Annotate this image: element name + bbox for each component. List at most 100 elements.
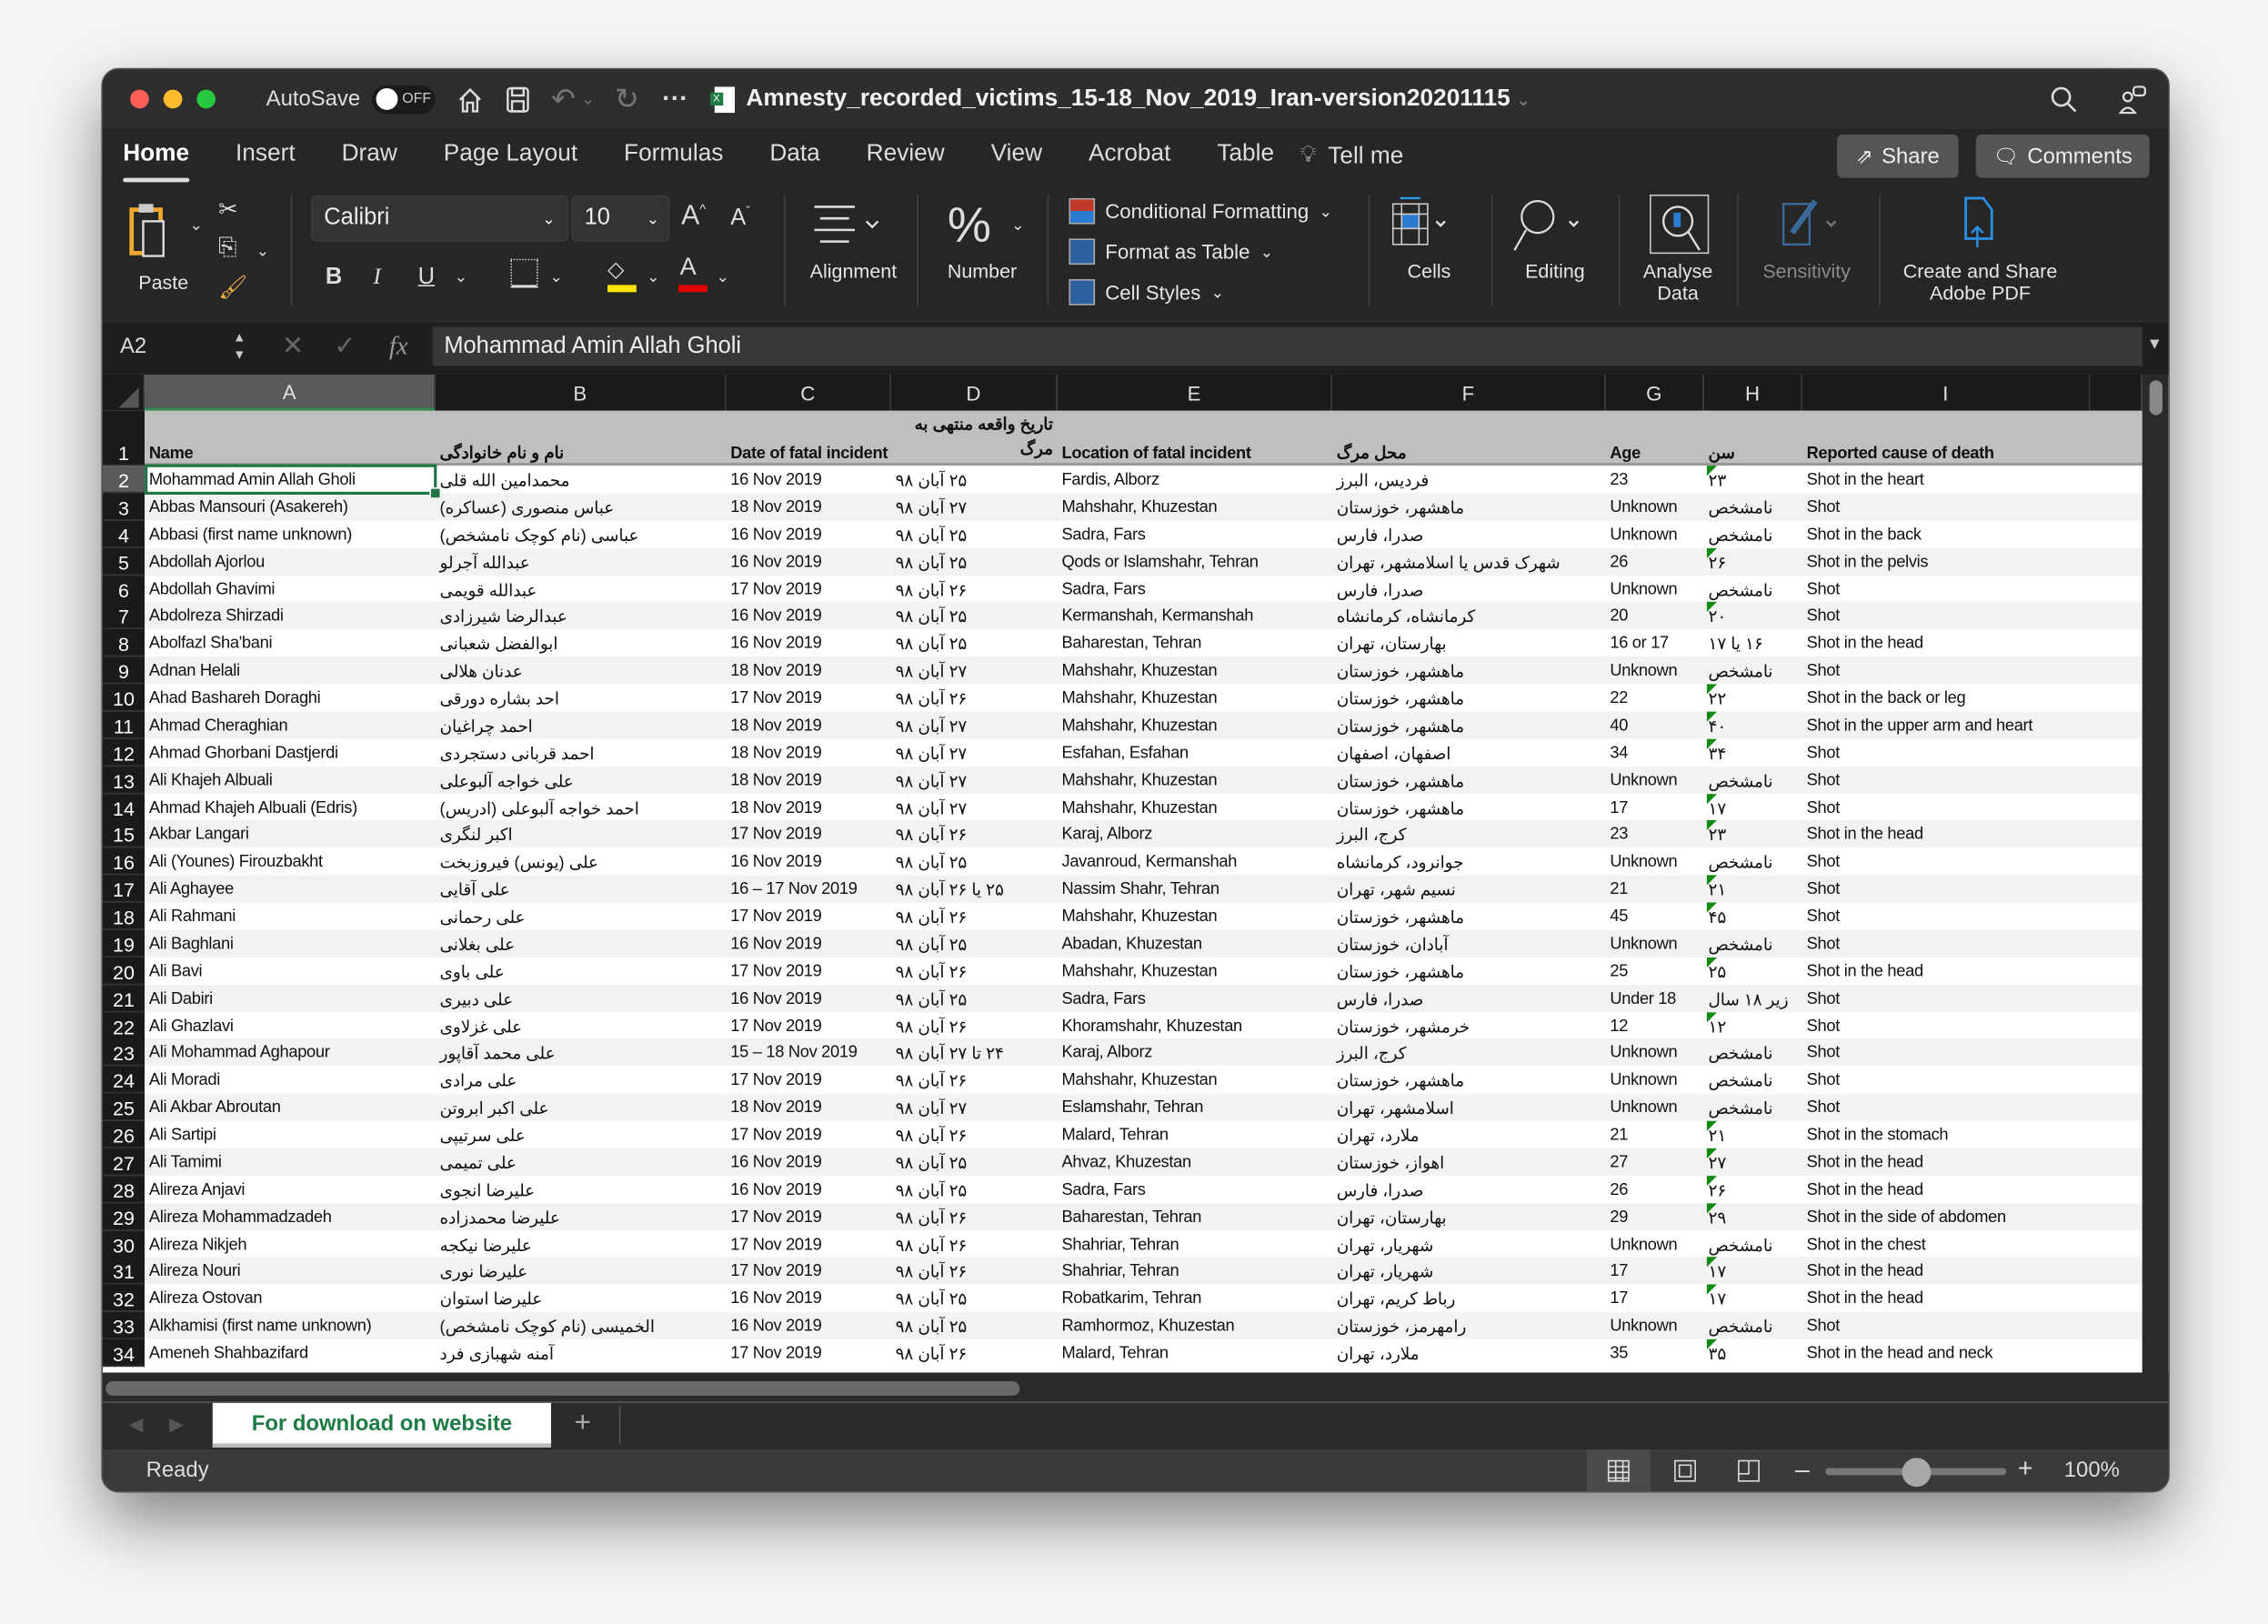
cell-cause-of-death[interactable]: Shot in the stomach <box>1802 1121 2091 1148</box>
autosave-toggle[interactable]: OFF <box>371 85 436 114</box>
cell-age[interactable]: Unknown <box>1606 930 1704 957</box>
cell-persian-location[interactable]: رباط کریم، تهران <box>1332 1284 1606 1311</box>
cell-cause-of-death[interactable]: Shot <box>1802 767 2091 794</box>
row-header[interactable]: 6 <box>102 576 146 604</box>
cell-cause-of-death[interactable]: Shot in the head <box>1802 629 2091 657</box>
cell-persian-location[interactable]: کرج، البرز <box>1332 820 1606 847</box>
cell-persian-date[interactable]: ۲۵ آبان ۹۸ <box>891 1312 1058 1339</box>
minimize-window-button[interactable] <box>163 89 183 109</box>
create-share-adobe-pdf-button[interactable]: Create and Share Adobe PDF <box>1891 195 2070 320</box>
horizontal-scrollbar[interactable] <box>102 1372 2169 1402</box>
cell-date[interactable]: 18 Nov 2019 <box>726 712 890 739</box>
vertical-scroll-thumb[interactable] <box>2148 380 2163 416</box>
tab-page-layout[interactable]: Page Layout <box>444 139 577 173</box>
row-header[interactable]: 15 <box>102 819 146 848</box>
row-header[interactable]: 8 <box>102 628 146 657</box>
row-header[interactable]: 26 <box>102 1120 146 1148</box>
tab-draw[interactable]: Draw <box>342 139 397 173</box>
cell-location[interactable]: Kermanshah, Kermanshah <box>1058 602 1332 629</box>
cell-persian-date[interactable]: ۲۶ آبان ۹۸ <box>891 1339 1058 1367</box>
header-cell-name[interactable]: Name <box>145 411 436 466</box>
enter-check-icon[interactable]: ✓ <box>334 331 356 361</box>
cell-age[interactable]: Unknown <box>1606 1066 1704 1093</box>
cell-date[interactable]: 18 Nov 2019 <box>726 493 890 520</box>
row-header[interactable]: 27 <box>102 1148 146 1177</box>
cell-persian-name[interactable]: علی باوی <box>436 957 727 985</box>
cell-name[interactable]: Ali Moradi <box>145 1066 436 1093</box>
cell-date[interactable]: 17 Nov 2019 <box>726 820 890 847</box>
cell-date[interactable]: 16 Nov 2019 <box>726 466 890 493</box>
cell-cause-of-death[interactable]: Shot <box>1802 493 2091 520</box>
font-color-icon[interactable]: A <box>677 253 707 293</box>
column-header-f[interactable]: F <box>1331 374 1606 411</box>
increase-font-size-icon[interactable]: A^ <box>681 201 706 233</box>
document-title[interactable]: Amnesty_recorded_victims_15-18_Nov_2019_… <box>746 85 1510 113</box>
cell-date[interactable]: 16 – 17 Nov 2019 <box>726 875 890 902</box>
zoom-out-minus-icon[interactable]: – <box>1795 1455 1810 1485</box>
row-header[interactable]: 1 <box>102 410 146 466</box>
tab-acrobat[interactable]: Acrobat <box>1089 139 1170 173</box>
cell-persian-age[interactable]: ۲۶ <box>1704 1176 1802 1203</box>
cell-name[interactable]: Ali Akbar Abroutan <box>145 1093 436 1120</box>
cell-persian-location[interactable]: فردیس، البرز <box>1332 466 1606 493</box>
cell-persian-name[interactable]: عبدالله آجرلو <box>436 548 727 576</box>
cell-location[interactable]: Nassim Shahr, Tehran <box>1058 875 1332 902</box>
cell-persian-location[interactable]: شهریار، تهران <box>1332 1231 1606 1258</box>
cell-persian-name[interactable]: علی تمیمی <box>436 1148 727 1176</box>
cell-cause-of-death[interactable]: Shot in the pelvis <box>1802 548 2091 576</box>
error-indicator-icon[interactable] <box>1706 819 1718 831</box>
tab-insert[interactable]: Insert <box>236 139 296 173</box>
cell-date[interactable]: 17 Nov 2019 <box>726 1203 890 1230</box>
cell-location[interactable]: Mahshahr, Khuzestan <box>1058 794 1332 821</box>
cell-cause-of-death[interactable]: Shot <box>1802 1038 2091 1066</box>
cell-name[interactable]: Ali Dabiri <box>145 985 436 1012</box>
error-indicator-icon[interactable] <box>1706 1120 1718 1131</box>
cell-persian-name[interactable]: الخمیسی (نام کوچک نامشخص) <box>436 1312 727 1339</box>
cell-date[interactable]: 15 – 18 Nov 2019 <box>726 1038 890 1066</box>
cell-name[interactable]: Alkhamisi (first name unknown) <box>145 1312 436 1339</box>
cell-persian-age[interactable]: نامشخص <box>1704 493 1802 520</box>
cell-date[interactable]: 16 Nov 2019 <box>726 602 890 629</box>
cell-age[interactable]: Unknown <box>1606 767 1704 794</box>
cell-cause-of-death[interactable]: Shot <box>1802 985 2091 1012</box>
cell-age[interactable]: 21 <box>1606 1121 1704 1148</box>
cell-name[interactable]: Ali Tamimi <box>145 1148 436 1176</box>
row-header[interactable]: 2 <box>102 466 146 494</box>
cell-persian-date[interactable]: ۲۵ آبان ۹۸ <box>891 548 1058 576</box>
cell-location[interactable]: Esfahan, Esfahan <box>1058 739 1332 767</box>
header-cell-age[interactable]: Age <box>1606 411 1704 466</box>
alignment-button[interactable]: Alignment <box>797 195 909 311</box>
cell-persian-location[interactable]: آبادان، خوزستان <box>1332 930 1606 957</box>
cell-name[interactable]: Ali Mohammad Aghapour <box>145 1038 436 1066</box>
cell-cause-of-death[interactable]: Shot in the chest <box>1802 1231 2091 1258</box>
sensitivity-button[interactable]: Sensitivity <box>1749 195 1864 311</box>
font-size-select[interactable]: 10 ⌄ <box>571 195 670 242</box>
cell-age[interactable]: Unknown <box>1606 493 1704 520</box>
header-cell-date[interactable]: Date of fatal incident <box>726 411 890 466</box>
cell-persian-location[interactable]: ماهشهر، خوزستان <box>1332 657 1606 684</box>
error-indicator-icon[interactable] <box>1706 1203 1718 1214</box>
row-header[interactable]: 3 <box>102 493 146 521</box>
cell-age[interactable]: 23 <box>1606 466 1704 493</box>
cell-persian-age[interactable]: ۱۷ <box>1704 1257 1802 1284</box>
cell-cause-of-death[interactable]: Shot <box>1802 657 2091 684</box>
cell-persian-date[interactable]: ۲۷ آبان ۹۸ <box>891 493 1058 520</box>
title-chevron-down-icon[interactable]: ⌄ <box>1516 89 1530 109</box>
cell-persian-age[interactable]: ۲۷ <box>1704 1148 1802 1176</box>
cell-name[interactable]: Ahmad Cheraghian <box>145 712 436 739</box>
cell-age[interactable]: 26 <box>1606 1176 1704 1203</box>
cell-location[interactable]: Shahriar, Tehran <box>1058 1257 1332 1284</box>
cell-cause-of-death[interactable]: Shot <box>1802 794 2091 821</box>
cell-persian-date[interactable]: ۲۷ آبان ۹۸ <box>891 657 1058 684</box>
cell-persian-age[interactable]: نامشخص <box>1704 521 1802 548</box>
tab-view[interactable]: View <box>991 139 1042 173</box>
cell-persian-location[interactable]: ماهشهر، خوزستان <box>1332 684 1606 711</box>
cell-persian-location[interactable]: ماهشهر، خوزستان <box>1332 903 1606 930</box>
cell-persian-location[interactable]: شهریار، تهران <box>1332 1257 1606 1284</box>
cell-persian-location[interactable]: صدرا، فارس <box>1332 576 1606 603</box>
header-cell-persian-name[interactable]: نام و نام خانوادگی <box>436 411 727 466</box>
cell-persian-age[interactable]: ۳۴ <box>1704 739 1802 767</box>
cell-persian-name[interactable]: احمد خواجه آلبوعلی (ادریس) <box>436 794 727 821</box>
cell-persian-name[interactable]: عباس منصوری (عساکره) <box>436 493 727 520</box>
cell-location[interactable]: Malard, Tehran <box>1058 1121 1332 1148</box>
